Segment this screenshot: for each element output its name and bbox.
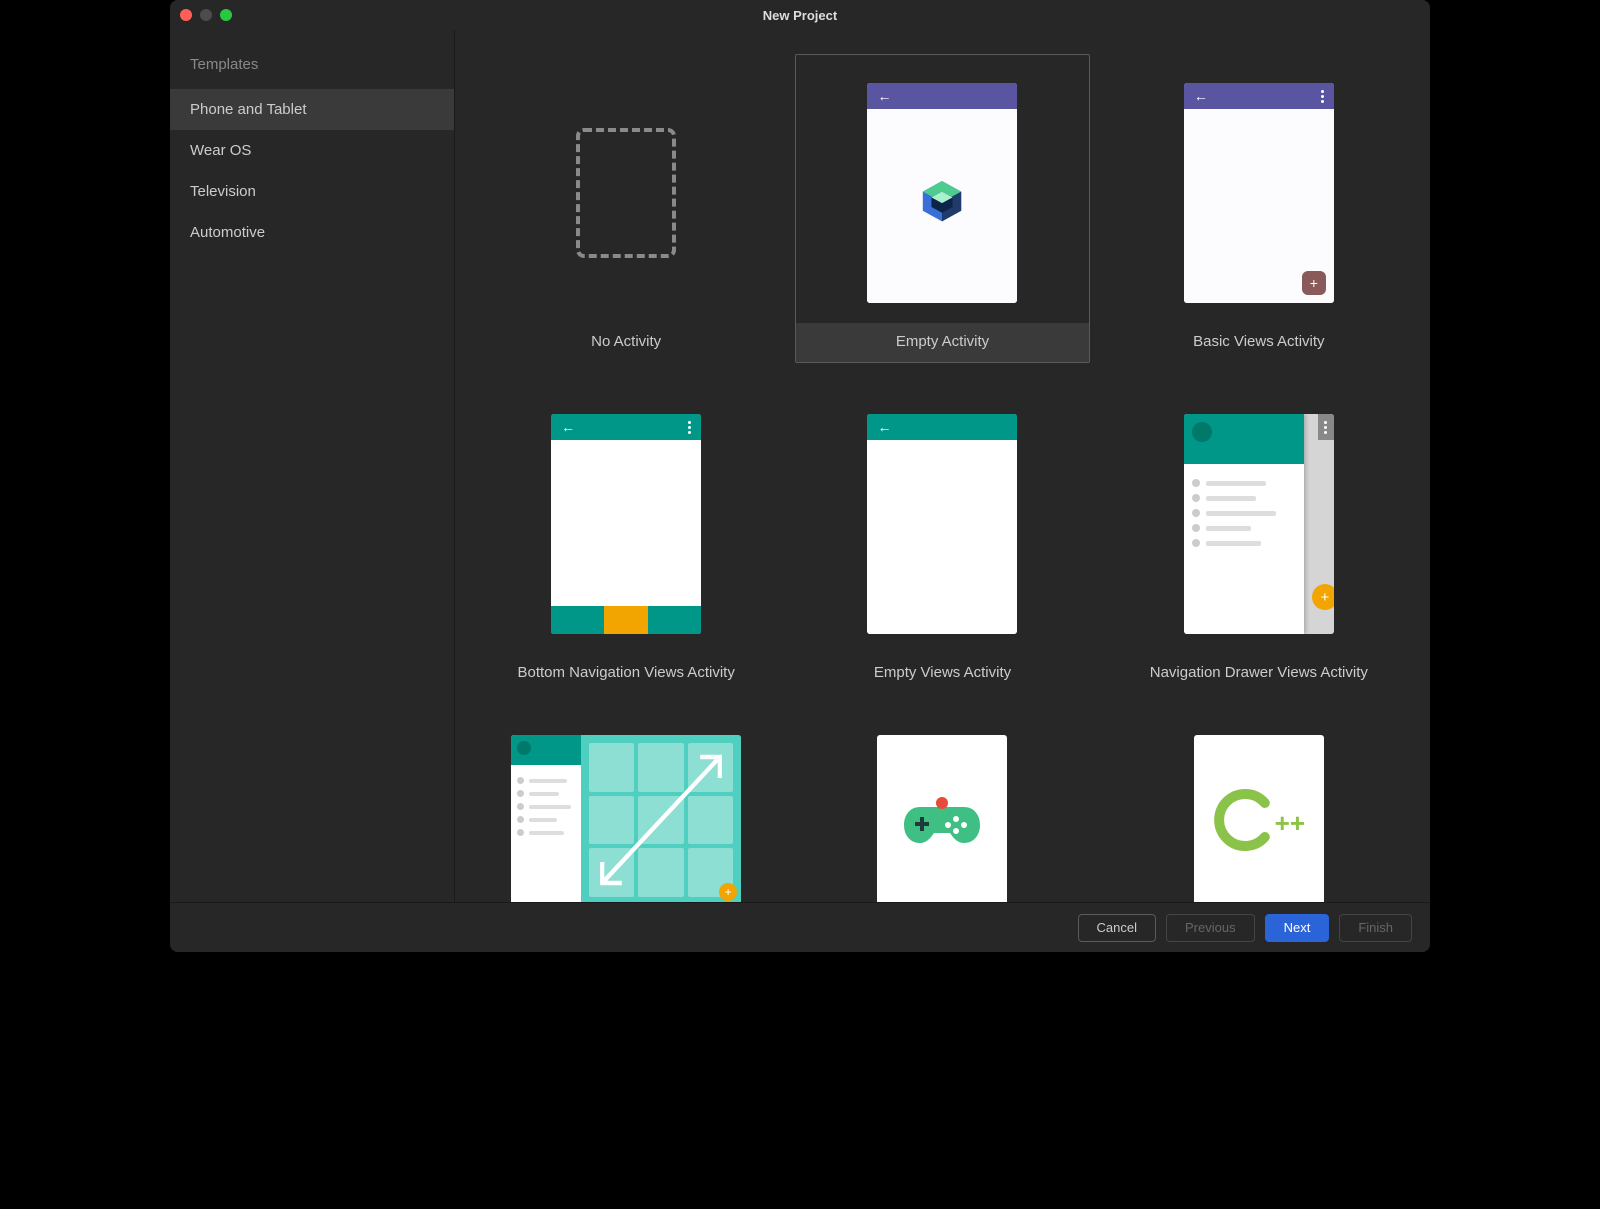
template-label: Navigation Drawer Views Activity (1113, 654, 1405, 693)
template-card-no-activity[interactable]: No Activity (479, 54, 773, 363)
template-card-basic-views[interactable]: ← + Basic Views Activity (1112, 54, 1406, 363)
titlebar: New Project (170, 0, 1430, 30)
avatar-icon (1192, 422, 1212, 442)
template-thumb-native-cpp: ++ (1194, 735, 1324, 902)
template-grid: No Activity ← (455, 30, 1430, 902)
templates-sidebar: Templates Phone and Tablet Wear OS Telev… (170, 30, 455, 902)
template-thumb-bottom-navigation: ← (551, 414, 701, 634)
close-window-icon[interactable] (180, 9, 192, 21)
resize-arrow-icon (591, 745, 731, 895)
window-title: New Project (170, 8, 1430, 23)
template-card-empty-views[interactable]: ← Empty Views Activity (795, 385, 1089, 694)
sidebar-heading: Templates (170, 50, 454, 89)
cpp-icon: ++ (1213, 785, 1305, 855)
back-arrow-icon: ← (1194, 89, 1208, 103)
dashed-placeholder-icon (576, 128, 676, 258)
template-thumb-game-activity (877, 735, 1007, 902)
back-arrow-icon: ← (877, 420, 891, 434)
template-thumb-basic-views: ← + (1184, 83, 1334, 303)
navigation-drawer-icon (1184, 414, 1304, 634)
jetpack-compose-icon (918, 177, 966, 225)
template-card-primary-detail[interactable]: + (479, 716, 773, 902)
fab-add-icon: + (719, 883, 737, 901)
bottom-nav-icon (551, 606, 701, 634)
new-project-window: New Project Templates Phone and Tablet W… (170, 0, 1430, 952)
sidebar-item-television[interactable]: Television (170, 171, 454, 212)
fab-add-icon: + (1312, 584, 1334, 610)
back-arrow-icon: ← (877, 89, 891, 103)
window-controls (180, 9, 232, 21)
kebab-menu-icon (1321, 90, 1324, 103)
template-label: Empty Activity (796, 323, 1088, 362)
detail-pane-icon: + (581, 735, 741, 902)
list-pane-icon (511, 735, 581, 902)
sidebar-item-label: Television (190, 183, 256, 200)
template-label: Empty Views Activity (796, 654, 1088, 693)
fab-add-icon: + (1302, 271, 1326, 295)
template-card-empty-activity[interactable]: ← Empty Activity (795, 54, 1089, 363)
sidebar-item-label: Automotive (190, 224, 265, 241)
appbar-icon: ← (867, 83, 1017, 109)
template-thumb-empty-activity: ← (867, 83, 1017, 303)
thumb-body (551, 440, 701, 634)
template-card-bottom-navigation[interactable]: ← Bottom Navigation Views Activity (479, 385, 773, 694)
kebab-menu-icon (1318, 414, 1334, 440)
back-arrow-icon: ← (561, 420, 575, 434)
template-label: Bottom Navigation Views Activity (480, 654, 772, 693)
minimize-window-icon[interactable] (200, 9, 212, 21)
thumb-body (867, 109, 1017, 303)
game-controller-icon (902, 793, 982, 847)
template-card-navigation-drawer[interactable]: + Navigation Drawer Views Activity (1112, 385, 1406, 694)
thumb-body: + (1184, 109, 1334, 303)
template-thumb-navigation-drawer: + (1184, 414, 1334, 634)
finish-button: Finish (1339, 914, 1412, 942)
next-button[interactable]: Next (1265, 914, 1330, 942)
template-label: Basic Views Activity (1113, 323, 1405, 362)
appbar-icon: ← (867, 414, 1017, 440)
cancel-button[interactable]: Cancel (1078, 914, 1156, 942)
template-card-game-activity[interactable] (795, 716, 1089, 902)
template-thumb-primary-detail: + (511, 735, 741, 902)
template-thumb-no-activity (551, 83, 701, 303)
zoom-window-icon[interactable] (220, 9, 232, 21)
sidebar-item-label: Wear OS (190, 142, 251, 159)
thumb-body (867, 440, 1017, 634)
sidebar-item-wear-os[interactable]: Wear OS (170, 130, 454, 171)
template-label: No Activity (480, 323, 772, 362)
sidebar-item-label: Phone and Tablet (190, 101, 307, 118)
template-card-native-cpp[interactable]: ++ (1112, 716, 1406, 902)
template-thumb-empty-views: ← (867, 414, 1017, 634)
appbar-icon: ← (551, 414, 701, 440)
wizard-footer: Cancel Previous Next Finish (170, 902, 1430, 952)
avatar-icon (517, 741, 531, 755)
appbar-icon: ← (1184, 83, 1334, 109)
sidebar-item-automotive[interactable]: Automotive (170, 212, 454, 253)
sidebar-item-phone-and-tablet[interactable]: Phone and Tablet (170, 89, 454, 130)
previous-button: Previous (1166, 914, 1255, 942)
kebab-menu-icon (688, 421, 691, 434)
